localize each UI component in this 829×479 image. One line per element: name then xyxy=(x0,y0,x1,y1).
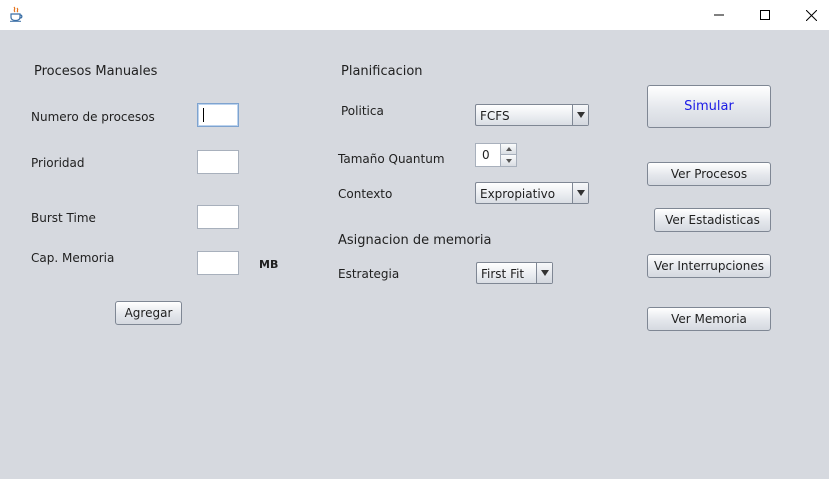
agregar-button[interactable]: Agregar xyxy=(115,301,182,325)
memoria-unit-label: MB xyxy=(259,258,279,271)
politica-selected-value: FCFS xyxy=(480,109,510,123)
ver-procesos-button[interactable]: Ver Procesos xyxy=(647,162,771,186)
title-bar xyxy=(0,0,829,30)
minimize-button[interactable] xyxy=(696,0,742,30)
contexto-selected-value: Expropiativo xyxy=(480,187,556,201)
numero-procesos-label: Numero de procesos xyxy=(31,110,155,124)
planificacion-title: Planificacion xyxy=(341,64,423,79)
chevron-down-icon[interactable] xyxy=(536,263,552,283)
burst-time-input[interactable] xyxy=(197,205,239,229)
spinner-down-icon[interactable] xyxy=(501,155,516,166)
ver-interrupciones-button[interactable]: Ver Interrupciones xyxy=(647,254,771,278)
estrategia-selected-value: First Fit xyxy=(481,267,525,281)
prioridad-input[interactable] xyxy=(197,150,239,174)
maximize-icon xyxy=(760,10,770,20)
estrategia-select[interactable]: First Fit xyxy=(476,262,553,284)
quantum-value: 0 xyxy=(482,148,490,162)
main-panel: Procesos Manuales Numero de procesos Pri… xyxy=(0,30,829,479)
close-button[interactable] xyxy=(788,0,829,30)
close-icon xyxy=(805,9,817,21)
java-cup-icon[interactable] xyxy=(8,6,24,22)
tamano-quantum-label: Tamaño Quantum xyxy=(338,152,445,166)
contexto-label: Contexto xyxy=(338,187,393,201)
text-caret xyxy=(203,108,204,122)
simular-button[interactable]: Simular xyxy=(647,85,771,128)
chevron-down-icon[interactable] xyxy=(572,105,588,125)
spinner-up-icon[interactable] xyxy=(501,144,516,155)
politica-select[interactable]: FCFS xyxy=(475,104,589,126)
chevron-down-icon[interactable] xyxy=(572,183,588,203)
cap-memoria-input[interactable] xyxy=(197,251,239,275)
numero-procesos-input[interactable] xyxy=(197,103,239,127)
ver-estadisticas-button[interactable]: Ver Estadisticas xyxy=(654,208,771,232)
estrategia-label: Estrategia xyxy=(338,267,400,281)
politica-label: Politica xyxy=(341,104,384,118)
contexto-select[interactable]: Expropiativo xyxy=(475,182,589,204)
maximize-button[interactable] xyxy=(742,0,788,30)
procesos-manuales-title: Procesos Manuales xyxy=(34,64,158,79)
cap-memoria-label: Cap. Memoria xyxy=(31,251,115,265)
ver-memoria-button[interactable]: Ver Memoria xyxy=(647,307,771,331)
quantum-spinner[interactable]: 0 xyxy=(475,143,517,167)
spinner-buttons xyxy=(500,144,516,166)
burst-time-label: Burst Time xyxy=(31,211,96,225)
asignacion-memoria-title: Asignacion de memoria xyxy=(338,233,492,248)
minimize-icon xyxy=(714,14,724,16)
prioridad-label: Prioridad xyxy=(31,156,85,170)
